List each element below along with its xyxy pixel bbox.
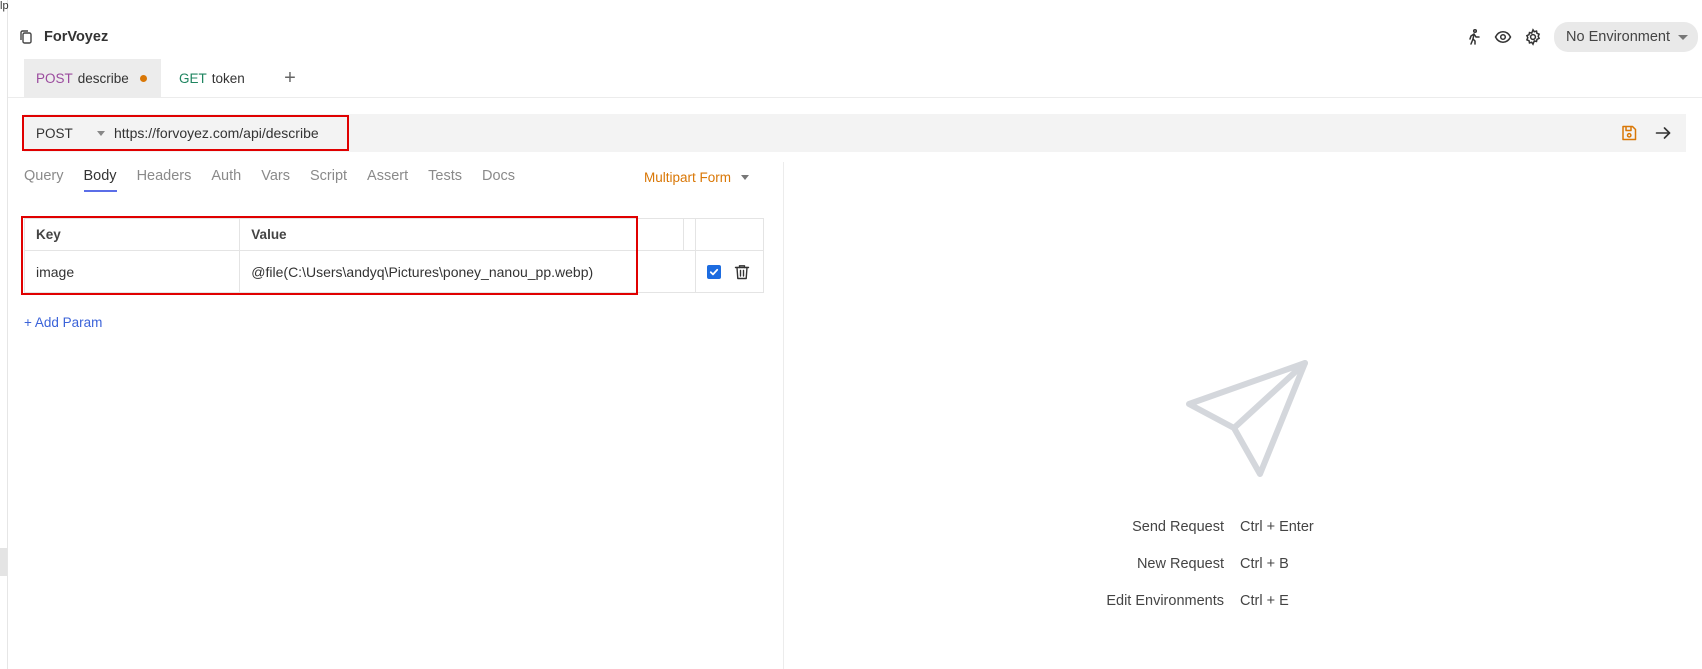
paper-plane-icon [1184,357,1312,485]
add-tab-button[interactable]: + [277,59,303,97]
multipart-params-table: Key Value image @file(C:\Users\andyq\Pic… [23,218,765,293]
tab-assert[interactable]: Assert [367,168,408,192]
shortcut-keys: Ctrl + B [1240,556,1289,572]
tab-method: POST [36,70,73,86]
tab-headers[interactable]: Headers [137,168,192,192]
edge-handle[interactable] [0,548,7,576]
table-header-row: Key Value [23,218,765,251]
pane-divider[interactable] [783,162,784,669]
collection-header: ForVoyez [18,22,108,52]
save-icon[interactable] [1618,122,1640,144]
request-subtabs: Query Body Headers Auth Vars Script Asse… [24,168,535,192]
copy-icon [18,29,34,45]
tab-script[interactable]: Script [310,168,347,192]
actions-column-header [694,218,765,251]
tab-vars[interactable]: Vars [261,168,290,192]
param-key-cell[interactable]: image [23,250,241,293]
body-mode-label: Multipart Form [644,170,732,185]
tab-docs[interactable]: Docs [482,168,515,192]
tab-label: token [211,70,245,86]
gear-icon[interactable] [1524,28,1542,46]
collection-name[interactable]: ForVoyez [44,29,108,45]
trash-icon[interactable] [733,263,751,281]
body-mode-select[interactable]: Multipart Form [644,170,750,185]
shortcut-keys: Ctrl + E [1240,593,1289,609]
shortcut-label: New Request [1136,556,1224,572]
tab-body[interactable]: Body [83,168,117,192]
chevron-down-icon [96,130,105,136]
key-column-header: Key [23,218,241,251]
table-row: image @file(C:\Users\andyq\Pictures\pone… [23,250,765,293]
shortcut-list: Send Request Ctrl + Enter New Request Ct… [1060,519,1314,630]
runner-icon[interactable] [1464,28,1482,46]
environment-select[interactable]: No Environment [1554,22,1698,52]
environment-label: No Environment [1566,29,1670,45]
shortcut-row: New Request Ctrl + B [1060,556,1314,593]
shortcut-label: Send Request [1132,519,1224,535]
method-label: POST [36,125,73,141]
add-param-button[interactable]: + Add Param [24,315,102,330]
method-select[interactable]: POST [24,126,114,141]
tab-auth[interactable]: Auth [211,168,241,192]
eye-icon[interactable] [1494,28,1512,46]
tab-label: describe [77,70,129,86]
tab-method: GET [179,70,207,86]
empty-column-header [682,218,696,251]
unsaved-indicator-icon [140,74,147,82]
tab-tests[interactable]: Tests [428,168,462,192]
edge-letter: lp [0,0,9,12]
tab-query[interactable]: Query [24,168,64,192]
tabs-divider [8,97,1702,98]
param-value-cell[interactable]: @file(C:\Users\andyq\Pictures\poney_nano… [239,250,696,293]
tab-get-token[interactable]: GET token [167,59,261,97]
tab-post-describe[interactable]: POST describe [24,59,161,97]
shortcut-row: Edit Environments Ctrl + E [1060,593,1314,630]
enable-param-checkbox[interactable] [706,264,721,279]
url-actions [1618,122,1686,144]
shortcut-keys: Ctrl + Enter [1240,519,1314,535]
chevron-down-icon [741,175,750,180]
send-arrow-icon[interactable] [1652,122,1674,144]
header-actions: No Environment [1464,22,1702,52]
shortcut-label: Edit Environments [1106,593,1224,609]
url-input[interactable] [114,125,374,141]
chevron-down-icon [1678,34,1688,40]
shortcut-row: Send Request Ctrl + Enter [1060,519,1314,556]
url-bar: POST [24,114,1686,152]
param-actions-cell [694,250,765,293]
request-tabs: POST describe GET token + [24,59,303,97]
value-column-header: Value [239,218,684,251]
